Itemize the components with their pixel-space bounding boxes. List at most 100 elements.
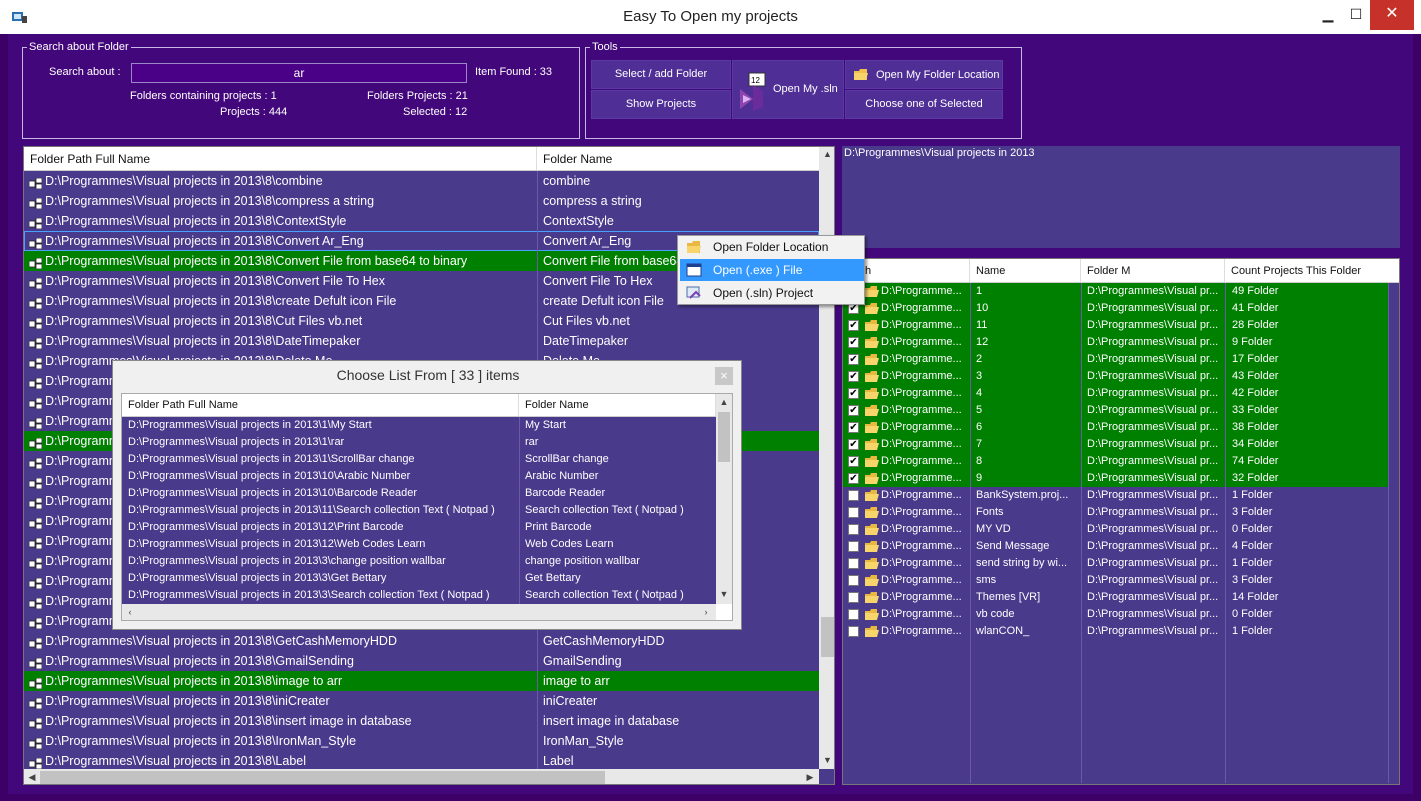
hscroll-thumb[interactable] [40, 771, 605, 784]
table-row[interactable]: D:\Programme... send string by wi... D:\Pr… [843, 555, 1388, 572]
dialog-close-button[interactable]: × [715, 367, 733, 385]
list-item[interactable]: D:\Programmes\Visual projects in 2013\1\… [122, 417, 716, 434]
list-item[interactable]: D:\Programmes\Visual projects in 2013\10… [122, 468, 716, 485]
menu-item-open-exe[interactable]: Open (.exe ) File [680, 259, 864, 281]
dialog-scroll-right-arrow[interactable]: › [700, 607, 712, 617]
dialog-horizontal-scrollbar[interactable]: ‹ › [122, 604, 716, 620]
choose-one-selected-button[interactable]: Choose one of Selected [845, 90, 1003, 119]
show-projects-button[interactable]: Show Projects [591, 90, 731, 119]
cell-folder: D:\Programmes\Visual pr... [1087, 438, 1219, 450]
row-checkbox[interactable]: ✔ [848, 422, 859, 433]
scroll-up-arrow[interactable]: ▲ [819, 149, 834, 159]
row-checkbox[interactable] [848, 609, 859, 620]
row-checkbox[interactable]: ✔ [848, 337, 859, 348]
row-checkbox[interactable]: ✔ [848, 320, 859, 331]
column-header-folder-m[interactable]: Folder M [1081, 259, 1225, 282]
dialog-column-path[interactable]: Folder Path Full Name [122, 394, 519, 416]
row-checkbox[interactable]: ✔ [848, 439, 859, 450]
table-row[interactable]: ✔ D:\Programme... 5 D:\Programmes\Visual pr… [843, 402, 1388, 419]
dialog-scroll-down-arrow[interactable]: ▼ [716, 589, 732, 599]
table-row[interactable]: D:\Programmes\Visual projects in 2013\8\… [24, 631, 819, 651]
scroll-down-arrow[interactable]: ▼ [819, 755, 834, 765]
table-row[interactable]: D:\Programmes\Visual projects in 2013\8\… [24, 171, 819, 191]
maximize-button[interactable]: ☐ [1342, 0, 1370, 30]
table-row[interactable]: D:\Programme... wlanCON_ D:\Programmes\Vis… [843, 623, 1388, 640]
table-row[interactable]: ✔ D:\Programme... 11 D:\Programmes\Visual p… [843, 317, 1388, 334]
column-header-name[interactable]: Folder Name [537, 147, 834, 170]
row-checkbox[interactable] [848, 524, 859, 535]
minimize-button[interactable]: ▁ [1314, 0, 1342, 30]
dialog-scroll-up-arrow[interactable]: ▲ [716, 397, 732, 407]
table-row[interactable]: D:\Programmes\Visual projects in 2013\8\… [24, 191, 819, 211]
table-row[interactable]: D:\Programme... BankSystem.proj... D:\Prog… [843, 487, 1388, 504]
scroll-left-arrow[interactable]: ◀ [26, 772, 38, 783]
row-checkbox[interactable] [848, 592, 859, 603]
table-row[interactable]: D:\Programmes\Visual projects in 2013\8\… [24, 311, 819, 331]
cell-path: D:\Programmes\Visual projects in 2013\8\… [45, 314, 363, 328]
list-item[interactable]: D:\Programmes\Visual projects in 2013\11… [122, 502, 716, 519]
row-checkbox[interactable] [848, 626, 859, 637]
scroll-right-arrow[interactable]: ▶ [804, 772, 816, 783]
table-row[interactable]: D:\Programme... Send Message D:\Programmes… [843, 538, 1388, 555]
table-row[interactable]: ✔ D:\Programme... 10 D:\Programmes\Visual p… [843, 300, 1388, 317]
row-checkbox[interactable] [848, 558, 859, 569]
list-item[interactable]: D:\Programmes\Visual projects in 2013\3\… [122, 553, 716, 570]
row-checkbox[interactable]: ✔ [848, 405, 859, 416]
row-checkbox[interactable]: ✔ [848, 354, 859, 365]
dialog-scroll-thumb[interactable] [718, 412, 730, 462]
list-item[interactable]: D:\Programmes\Visual projects in 2013\12… [122, 536, 716, 553]
table-row[interactable]: D:\Programmes\Visual projects in 2013\8\… [24, 691, 819, 711]
row-checkbox[interactable] [848, 490, 859, 501]
table-row[interactable]: D:\Programme... Themes [VR] D:\Programmes\… [843, 589, 1388, 606]
open-sln-button[interactable]: 12 Open My .sln [732, 60, 844, 119]
table-row[interactable]: D:\Programmes\Visual projects in 2013\8\… [24, 331, 819, 351]
list-item[interactable]: D:\Programmes\Visual projects in 2013\1\… [122, 434, 716, 451]
list-item[interactable]: D:\Programmes\Visual projects in 2013\3\… [122, 587, 716, 604]
row-checkbox[interactable] [848, 507, 859, 518]
row-checkbox[interactable] [848, 575, 859, 586]
row-checkbox[interactable]: ✔ [848, 456, 859, 467]
table-row[interactable]: ✔ D:\Programme... 12 D:\Programmes\Visual p… [843, 334, 1388, 351]
column-header-count[interactable]: Count Projects This Folder [1225, 259, 1399, 282]
table-row[interactable]: ✔D:\Programme...1D:\Programmes\Visual pr… [843, 283, 1388, 300]
table-row[interactable]: D:\Programme... MY VD D:\Programmes\Visual… [843, 521, 1388, 538]
list-item[interactable]: D:\Programmes\Visual projects in 2013\1\… [122, 451, 716, 468]
row-checkbox[interactable]: ✔ [848, 473, 859, 484]
list-item[interactable]: D:\Programmes\Visual projects in 2013\10… [122, 485, 716, 502]
row-checkbox[interactable]: ✔ [848, 388, 859, 399]
table-row[interactable]: ✔ D:\Programme... 4 D:\Programmes\Visual pr… [843, 385, 1388, 402]
column-header-name[interactable]: Name [970, 259, 1081, 282]
menu-item-open-sln[interactable]: Open (.sln) Project [680, 282, 864, 304]
table-row[interactable]: D:\Programmes\Visual projects in 2013\8\… [24, 751, 819, 771]
table-row[interactable]: D:\Programmes\Visual projects in 2013\8\… [24, 211, 819, 231]
table-row[interactable]: D:\Programme... Fonts D:\Programmes\Visual… [843, 504, 1388, 521]
list-item[interactable]: D:\Programmes\Visual projects in 2013\3\… [122, 570, 716, 587]
table-row[interactable]: D:\Programme... vb code D:\Programmes\Visu… [843, 606, 1388, 623]
table-row[interactable]: ✔ D:\Programme... 7 D:\Programmes\Visual pr… [843, 436, 1388, 453]
column-header-path[interactable]: Folder Path Full Name [24, 147, 537, 170]
dialog-scroll-left-arrow[interactable]: ‹ [124, 607, 136, 617]
table-row[interactable]: ✔ D:\Programme... 8 D:\Programmes\Visual pr… [843, 453, 1388, 470]
row-checkbox[interactable] [848, 541, 859, 552]
table-row[interactable]: D:\Programmes\Visual projects in 2013\8\… [24, 731, 819, 751]
dialog-column-name[interactable]: Folder Name [519, 394, 716, 416]
list-item[interactable]: D:\Programmes\Visual projects in 2013\12… [122, 519, 716, 536]
table-row[interactable]: ✔ D:\Programme... 2 D:\Programmes\Visual pr… [843, 351, 1388, 368]
table-row[interactable]: D:\Programme... sms D:\Programmes\Visual p… [843, 572, 1388, 589]
close-button[interactable]: ✕ [1370, 0, 1414, 30]
table-row[interactable]: D:\Programmes\Visual projects in 2013\8\… [24, 711, 819, 731]
search-input[interactable]: ar [131, 63, 467, 83]
selected-path-box[interactable]: D:\Programmes\Visual projects in 2013 [842, 146, 1400, 248]
table-row[interactable]: ✔ D:\Programme... 3 D:\Programmes\Visual pr… [843, 368, 1388, 385]
table-row[interactable]: ✔ D:\Programme... 6 D:\Programmes\Visual pr… [843, 419, 1388, 436]
table-row[interactable]: ✔ D:\Programme... 9 D:\Programmes\Visual pr… [843, 470, 1388, 487]
row-checkbox[interactable]: ✔ [848, 371, 859, 382]
scroll-thumb[interactable] [821, 617, 834, 657]
select-add-folder-button[interactable]: Select / add Folder [591, 60, 731, 89]
menu-item-open-folder-location[interactable]: Open Folder Location [680, 236, 864, 258]
main-horizontal-scrollbar[interactable]: ◀ ▶ [24, 769, 819, 784]
dialog-vertical-scrollbar[interactable]: ▲ ▼ [716, 394, 732, 604]
table-row[interactable]: D:\Programmes\Visual projects in 2013\8\… [24, 671, 819, 691]
open-folder-location-button[interactable]: Open My Folder Location [845, 60, 1003, 89]
table-row[interactable]: D:\Programmes\Visual projects in 2013\8\… [24, 651, 819, 671]
